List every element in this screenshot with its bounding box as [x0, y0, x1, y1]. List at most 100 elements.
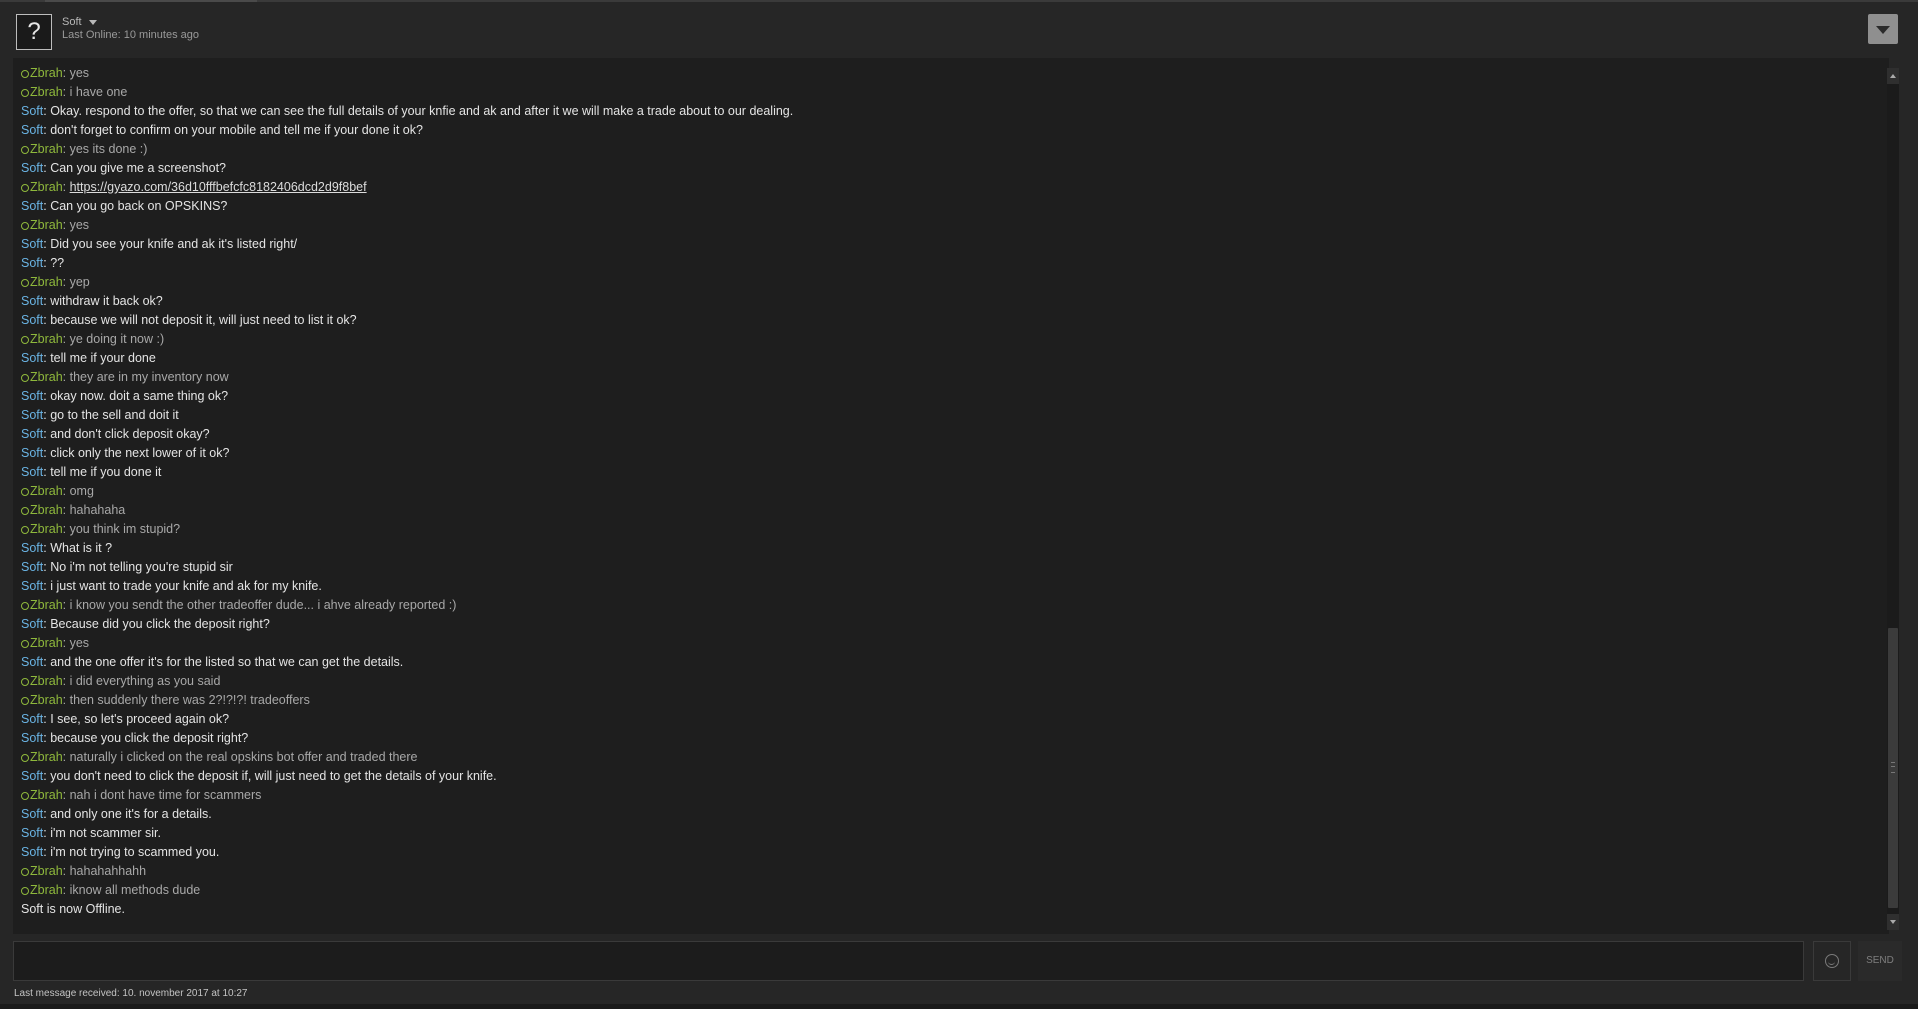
chat-message: Zbrah: ye doing it now :): [21, 330, 1871, 349]
scroll-up-arrow[interactable]: [1887, 68, 1899, 84]
sender-name: Soft: [21, 617, 44, 631]
sender-name: Soft: [21, 237, 44, 251]
message-sender[interactable]: Soft: [21, 807, 43, 821]
chat-message: Zbrah: yep: [21, 273, 1871, 292]
sender-name: Soft: [21, 655, 44, 669]
scroll-down-arrow[interactable]: [1887, 914, 1899, 930]
message-sender[interactable]: Soft: [21, 826, 43, 840]
chat-message: Soft: Because did you click the deposit …: [21, 617, 270, 631]
message-sender[interactable]: Soft: [21, 446, 43, 460]
message-sender[interactable]: Soft: [21, 845, 43, 859]
message-sender[interactable]: Zbrah: [21, 218, 63, 232]
message-sender[interactable]: Zbrah: [21, 522, 63, 536]
message-sender[interactable]: Soft: [21, 731, 43, 745]
message-sender[interactable]: Soft: [21, 408, 43, 422]
emoticon-button[interactable]: [1813, 941, 1851, 981]
chat-scrollbar[interactable]: [1887, 68, 1899, 930]
message-sender[interactable]: Soft: [21, 465, 43, 479]
message-sender[interactable]: Soft: [21, 237, 43, 251]
chat-message: Soft: because we will not deposit it, wi…: [21, 313, 357, 327]
scroll-thumb[interactable]: [1888, 628, 1898, 908]
message-sender[interactable]: Zbrah: [21, 750, 63, 764]
message-sender[interactable]: Zbrah: [21, 142, 63, 156]
message-sender[interactable]: Soft: [21, 427, 43, 441]
message-sender[interactable]: Zbrah: [21, 180, 63, 194]
message-text: and don't click deposit okay?: [50, 427, 210, 441]
chat-message: Soft: i just want to trade your knife an…: [21, 579, 322, 593]
chat-message: Soft: Did you see your knife and ak it's…: [21, 237, 298, 251]
message-sender[interactable]: Zbrah: [21, 883, 63, 897]
message-sender[interactable]: Zbrah: [21, 636, 63, 650]
sender-name: Soft: [21, 104, 44, 118]
message-text: i know you sendt the other tradeoffer du…: [69, 598, 457, 612]
sender-name: Soft: [21, 161, 44, 175]
chevron-down-icon: [88, 19, 97, 25]
message-input-box[interactable]: [13, 941, 1804, 981]
chat-options-button[interactable]: [1868, 14, 1898, 44]
message-sender[interactable]: Zbrah: [21, 484, 63, 498]
message-sender[interactable]: Soft: [21, 655, 43, 669]
chat-message: Zbrah: omg: [21, 482, 1871, 501]
message-sender[interactable]: Soft: [21, 123, 43, 137]
message-sender[interactable]: Soft: [21, 389, 43, 403]
message-sender[interactable]: Soft: [21, 560, 43, 574]
message-text: and the one offer it's for the listed so…: [50, 655, 404, 669]
message-sender[interactable]: Soft: [21, 313, 43, 327]
message-sender[interactable]: Zbrah: [21, 66, 63, 80]
friend-avatar[interactable]: ?: [16, 14, 52, 50]
message-sender[interactable]: Zbrah: [21, 674, 63, 688]
chat-message: Zbrah: i have one: [21, 83, 1871, 102]
chat-message: Soft: withdraw it back ok?: [21, 294, 163, 308]
message-text: Okay. respond to the offer, so that we c…: [50, 104, 794, 118]
sender-name: Soft: [21, 446, 44, 460]
message-sender[interactable]: Soft: [21, 769, 43, 783]
chat-message: Soft: go to the sell and doit it: [21, 408, 179, 422]
message-text: and only one it's for a details.: [50, 807, 212, 821]
chat-message: Zbrah: you think im stupid?: [21, 520, 1871, 539]
message-sender[interactable]: Soft: [21, 579, 43, 593]
message-sender[interactable]: Soft: [21, 541, 43, 555]
sender-name: Zbrah: [30, 693, 63, 707]
message-text: iknow all methods dude: [69, 883, 201, 897]
message-sender[interactable]: Zbrah: [21, 598, 63, 612]
send-button[interactable]: SEND: [1858, 941, 1902, 981]
chat-message: Soft: click only the next lower of it ok…: [21, 446, 230, 460]
message-sender[interactable]: Soft: [21, 351, 43, 365]
message-text: yes its done :): [69, 142, 148, 156]
steam-friend-icon: [21, 222, 29, 230]
message-sender[interactable]: Zbrah: [21, 693, 63, 707]
message-sender[interactable]: Zbrah: [21, 332, 63, 346]
message-sender[interactable]: Zbrah: [21, 788, 63, 802]
steam-friend-icon: [21, 70, 29, 78]
steam-friend-icon: [21, 602, 29, 610]
chat-message: Zbrah: https://gyazo.com/36d10fffbefcfc8…: [21, 178, 1871, 197]
smiley-icon: [1825, 954, 1839, 968]
message-sender[interactable]: Zbrah: [21, 275, 63, 289]
message-text: Because did you click the deposit right?: [50, 617, 270, 631]
message-text: ??: [50, 256, 65, 270]
message-sender[interactable]: Soft: [21, 294, 43, 308]
steam-friend-icon: [21, 868, 29, 876]
message-sender[interactable]: Soft: [21, 104, 43, 118]
sender-name: Soft: [21, 123, 44, 137]
message-sender[interactable]: Zbrah: [21, 85, 63, 99]
chevron-down-icon: [1876, 26, 1890, 34]
sender-name: Soft: [21, 408, 44, 422]
message-sender[interactable]: Soft: [21, 617, 43, 631]
message-sender[interactable]: Zbrah: [21, 370, 63, 384]
sender-name: Zbrah: [30, 370, 63, 384]
friend-name-dropdown[interactable]: Soft: [62, 16, 97, 28]
message-sender[interactable]: Zbrah: [21, 503, 63, 517]
message-sender[interactable]: Soft: [21, 256, 43, 270]
message-text: omg: [69, 484, 94, 498]
message-sender[interactable]: Zbrah: [21, 864, 63, 878]
message-sender[interactable]: Soft: [21, 161, 43, 175]
message-sender[interactable]: Soft: [21, 199, 43, 213]
message-link[interactable]: https://gyazo.com/36d10fffbefcfc8182406d…: [70, 180, 367, 194]
sender-name: Zbrah: [30, 636, 63, 650]
chat-message: Zbrah: iknow all methods dude: [21, 881, 1871, 900]
message-input[interactable]: [14, 942, 1803, 980]
steam-friend-icon: [21, 678, 29, 686]
message-sender[interactable]: Soft: [21, 712, 43, 726]
message-text: Can you go back on OPSKINS?: [50, 199, 228, 213]
